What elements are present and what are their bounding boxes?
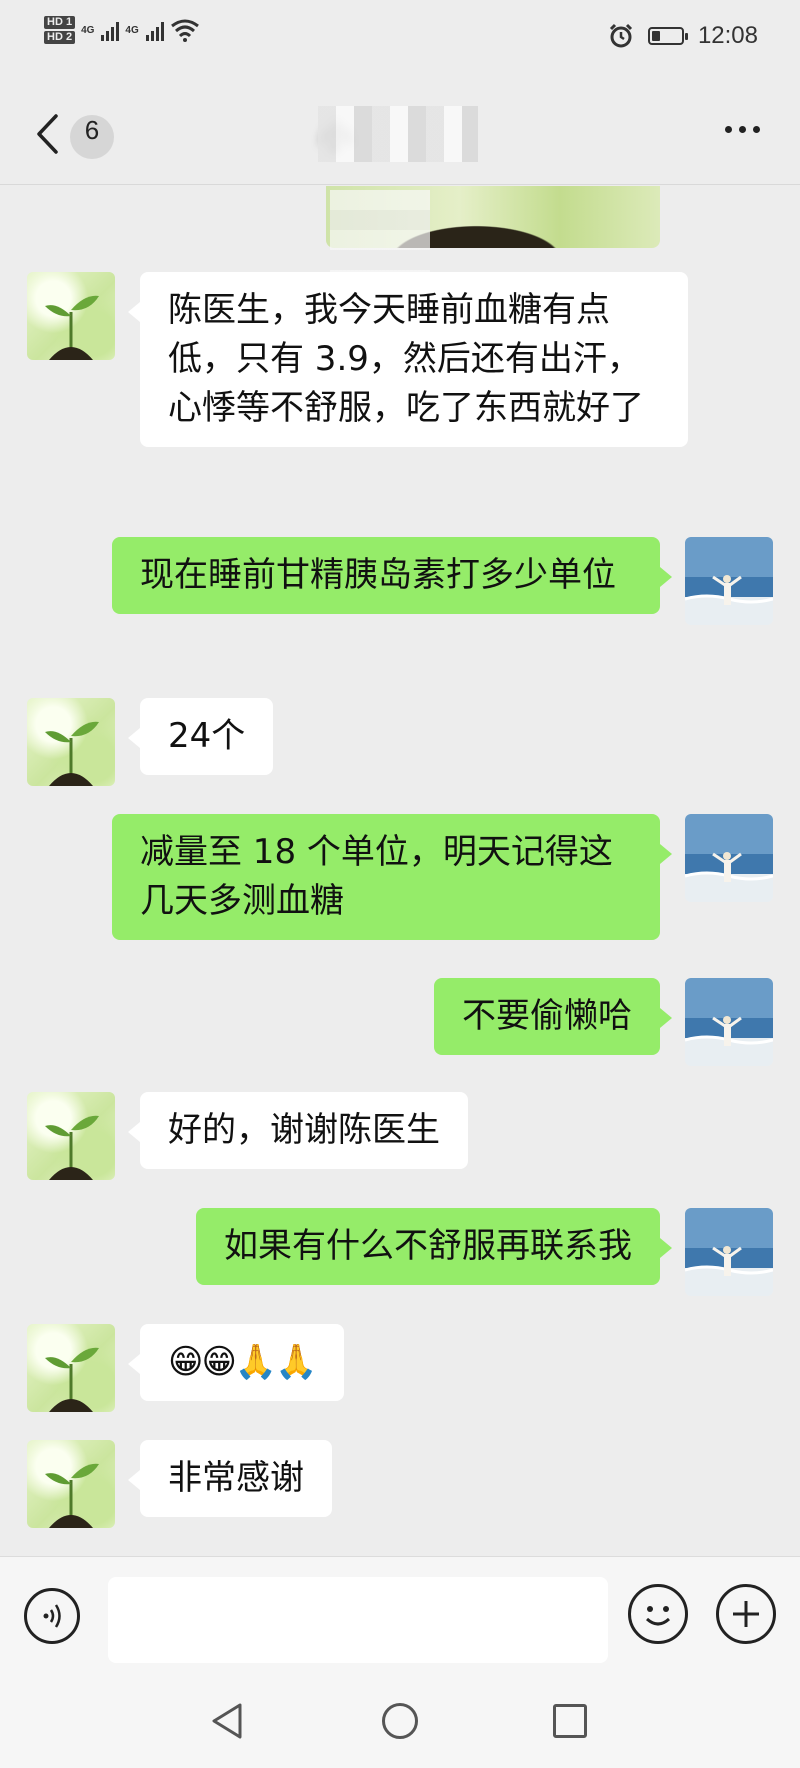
message-bubble-sent[interactable]: 如果有什么不舒服再联系我 <box>196 1208 672 1285</box>
status-right: 12:08 <box>608 22 758 50</box>
beach-avatar[interactable] <box>685 1208 773 1296</box>
message-bubble-received[interactable]: 😁😁🙏🙏 <box>128 1324 344 1401</box>
message-bubble-sent[interactable]: 现在睡前甘精胰岛素打多少单位 <box>112 537 672 614</box>
voice-icon[interactable] <box>24 1588 80 1644</box>
network-type-2: 4G <box>125 24 139 36</box>
input-bar <box>0 1556 800 1677</box>
battery-level <box>651 31 660 41</box>
message-bubble-sent[interactable]: 不要偷懒哈 <box>434 978 672 1055</box>
hd-indicators: HD 1 HD 2 <box>44 16 76 44</box>
beach-avatar[interactable] <box>685 978 773 1066</box>
status-left: HD 1 HD 2 4G 4G <box>44 16 200 44</box>
message-bubble-received[interactable]: 非常感谢 <box>128 1440 332 1517</box>
system-nav-bar <box>0 1676 800 1768</box>
plant-avatar[interactable] <box>27 1324 115 1412</box>
plant-avatar[interactable] <box>27 1092 115 1180</box>
hd-sim1-icon: HD 1 <box>44 16 76 29</box>
signal-4g-icon <box>101 19 120 41</box>
nav-back-icon[interactable] <box>208 1701 244 1741</box>
unread-count-badge[interactable]: 6 <box>70 115 114 159</box>
message-input[interactable] <box>108 1577 608 1663</box>
hd-sim2-icon: HD 2 <box>44 31 76 44</box>
plus-icon[interactable] <box>716 1584 776 1644</box>
network-type-1: 4G <box>81 24 95 36</box>
plant-avatar[interactable] <box>27 272 115 360</box>
chat-header: 6 小 <box>0 84 800 185</box>
nav-recent-icon[interactable] <box>553 1704 587 1738</box>
beach-avatar[interactable] <box>685 537 773 625</box>
status-bar: HD 1 HD 2 4G 4G 12:08 <box>0 0 800 84</box>
message-bubble-received[interactable]: 陈医生，我今天睡前血糖有点低，只有 3.9，然后还有出汗，心悸等不舒服，吃了东西… <box>128 272 688 447</box>
emoji-icon[interactable] <box>628 1584 688 1644</box>
battery-icon <box>647 27 688 45</box>
nav-home-icon[interactable] <box>382 1703 418 1739</box>
back-chevron-icon[interactable] <box>34 112 60 156</box>
title-redaction-mosaic <box>318 106 478 162</box>
wifi-icon <box>170 19 199 42</box>
message-bubble-received[interactable]: 24个 <box>127 698 274 775</box>
signal-4g-icon <box>145 19 164 41</box>
clock: 12:08 <box>697 22 758 49</box>
message-bubble-received[interactable]: 好的，谢谢陈医生 <box>128 1092 468 1169</box>
beach-avatar[interactable] <box>685 814 773 902</box>
plant-avatar[interactable] <box>27 698 115 786</box>
plant-avatar[interactable] <box>27 1440 115 1528</box>
alarm-icon <box>609 23 632 48</box>
message-bubble-sent[interactable]: 减量至 18 个单位，明天记得这几天多测血糖 <box>112 814 672 940</box>
more-dots-icon[interactable] <box>725 126 760 133</box>
